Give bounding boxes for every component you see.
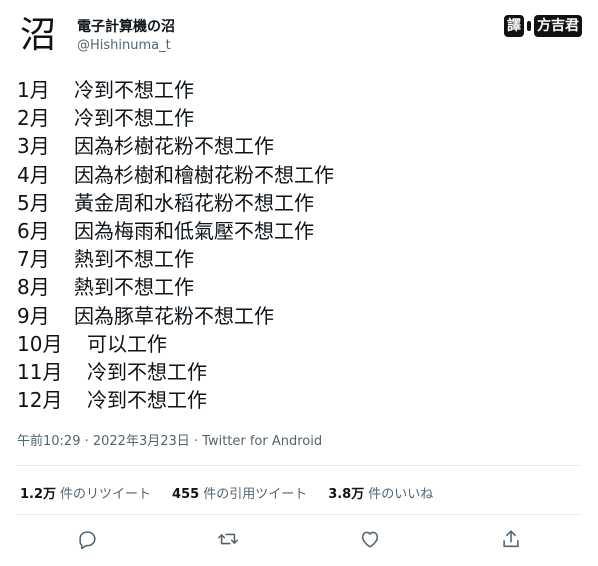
watermark-separator	[527, 21, 531, 31]
month-label: 12月	[17, 388, 63, 413]
tweet-line: 9月 因為豚草花粉不想工作	[17, 302, 587, 330]
like-button[interactable]	[357, 526, 383, 552]
tweet-line: 12月 冷到不想工作	[17, 386, 587, 414]
quote-count[interactable]: 455 件の引用ツイート	[172, 483, 307, 502]
quote-count-value: 455	[172, 487, 200, 502]
reply-icon	[79, 531, 96, 550]
watermark-translator-name: 方吉君	[534, 15, 582, 37]
tweet-line: 4月 因為杉樹和檜樹花粉不想工作	[17, 161, 587, 189]
stats-top-divider	[16, 465, 582, 466]
month-reason: 冷到不想工作	[74, 106, 194, 131]
translator-watermark: 譯 方吉君	[504, 15, 582, 37]
tweet-line: 1月 冷到不想工作	[17, 76, 587, 104]
tweet-timestamp[interactable]: 午前10:29 · 2022年3月23日 · Twitter for Andro…	[17, 430, 322, 449]
like-count-label: 件のいいね	[368, 487, 434, 502]
tweet-line: 3月 因為杉樹花粉不想工作	[17, 132, 587, 160]
month-reason: 冷到不想工作	[87, 388, 207, 413]
user-handle[interactable]: @Hishinuma_t	[77, 38, 171, 53]
actions-top-divider	[16, 514, 582, 515]
tweet-line: 2月 冷到不想工作	[17, 104, 587, 132]
retweet-count-value: 1.2万	[20, 487, 57, 502]
like-icon	[361, 531, 379, 548]
tweet-actions	[0, 526, 598, 556]
avatar[interactable]: 沼	[16, 14, 60, 58]
retweet-icon	[218, 533, 238, 545]
month-label: 9月	[17, 303, 50, 328]
month-label: 7月	[17, 247, 50, 272]
tweet-line: 5月 黃金周和水稻花粉不想工作	[17, 189, 587, 217]
watermark-translate-mark: 譯	[504, 15, 524, 37]
month-reason: 因為梅雨和低氣壓不想工作	[74, 218, 314, 243]
like-count-value: 3.8万	[328, 487, 365, 502]
share-icon	[503, 530, 519, 548]
tweet-line: 7月 熱到不想工作	[17, 245, 587, 273]
tweet-line: 11月 冷到不想工作	[17, 358, 587, 386]
tweet-line: 6月 因為梅雨和低氣壓不想工作	[17, 217, 587, 245]
month-label: 2月	[17, 106, 50, 131]
month-label: 11月	[17, 359, 63, 384]
share-button[interactable]	[498, 526, 524, 552]
quote-count-label: 件の引用ツイート	[203, 487, 308, 502]
engagement-stats: 1.2万 件のリツイート 455 件の引用ツイート 3.8万 件のいいね	[20, 483, 433, 502]
month-label: 8月	[17, 275, 50, 300]
month-reason: 因為豚草花粉不想工作	[74, 303, 274, 328]
retweet-button[interactable]	[215, 526, 241, 552]
month-reason: 可以工作	[87, 331, 167, 356]
month-reason: 冷到不想工作	[87, 359, 207, 384]
month-reason: 冷到不想工作	[74, 78, 194, 102]
retweet-count[interactable]: 1.2万 件のリツイート	[20, 483, 151, 502]
month-label: 10月	[17, 331, 63, 356]
month-label: 4月	[17, 162, 50, 187]
month-label: 5月	[17, 190, 50, 215]
reply-button[interactable]	[74, 526, 100, 552]
display-name[interactable]: 電子計算機の沼	[77, 16, 175, 36]
month-reason: 熱到不想工作	[74, 247, 194, 272]
month-label: 6月	[17, 218, 50, 243]
tweet-line: 10月 可以工作	[17, 330, 587, 358]
like-count[interactable]: 3.8万 件のいいね	[328, 483, 433, 502]
retweet-count-label: 件のリツイート	[60, 487, 152, 502]
month-label: 1月	[17, 78, 50, 102]
month-reason: 黃金周和水稻花粉不想工作	[74, 190, 314, 215]
month-reason: 因為杉樹花粉不想工作	[74, 134, 274, 159]
tweet-text: 1月 冷到不想工作 2月 冷到不想工作 3月 因為杉樹花粉不想工作 4月 因為杉樹和檜樹…	[17, 76, 587, 414]
month-reason: 因為杉樹和檜樹花粉不想工作	[74, 162, 334, 187]
tweet-line: 8月 熱到不想工作	[17, 273, 587, 301]
month-label: 3月	[17, 134, 50, 159]
month-reason: 熱到不想工作	[74, 275, 194, 300]
tweet-header: 沼 電子計算機の沼 @Hishinuma_t 譯 方吉君	[0, 0, 598, 64]
